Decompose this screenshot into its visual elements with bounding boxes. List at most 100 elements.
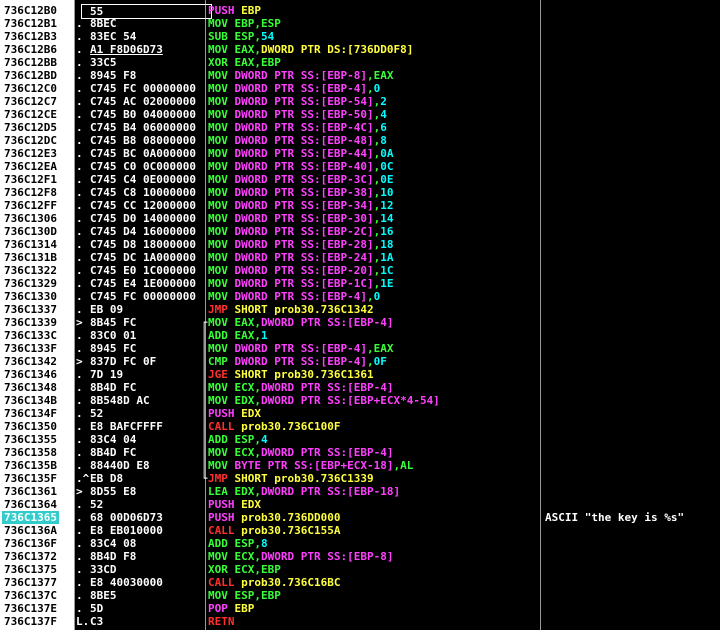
opcode: MOV (208, 251, 228, 264)
instruction-row[interactable]: 736C12F8. C745 C8 10000000 MOV DWORD PTR S… (0, 186, 720, 199)
opcode: MOV (208, 199, 228, 212)
instruction-text: MOV EAX,DWORD PTR DS:[736DD0F8] (208, 43, 413, 56)
jump-marker: > (76, 485, 83, 498)
instruction-row[interactable]: 736C137E. 5D POP EBP (0, 602, 720, 615)
opcode: MOV (208, 17, 228, 30)
instruction-row[interactable]: 736C131B. C745 DC 1A000000 MOV DWORD PTR S… (0, 251, 720, 264)
address-cell: 736C1329 (4, 277, 57, 290)
instruction-row[interactable]: 736C1339 >8B45 FC ┌ MOV EAX,DWORD PTR SS:[E… (0, 316, 720, 329)
instruction-text: MOV DWORD PTR SS:[EBP-28],18 (208, 238, 393, 251)
operand: 0E (380, 173, 394, 186)
operand: DWORD PTR SS:[EBP-4] (261, 446, 394, 459)
instruction-row[interactable]: 736C12B0 55 PUSH EBP (0, 4, 720, 19)
address-cell: 736C136A (4, 524, 57, 537)
instruction-row[interactable]: 736C12C0. C745 FC 00000000 MOV DWORD PTR S… (0, 82, 720, 95)
instruction-row[interactable]: 736C12C7. C745 AC 02000000 MOV DWORD PTR S… (0, 95, 720, 108)
instruction-row[interactable]: 736C1355. 83C4 04 │ ADD ESP,4 (0, 433, 720, 446)
instruction-row[interactable]: 736C1330. C745 FC 00000000 MOV DWORD PTR S… (0, 290, 720, 303)
instruction-row[interactable]: 736C1350. E8 BAFCFFFF │ CALL prob30.736C100… (0, 420, 720, 433)
instruction-row[interactable]: 736C1361 >8D55 E8 LEA EDX,DWORD PTR SS:[EB… (0, 485, 720, 498)
instruction-row[interactable]: 736C12B1. 8BEC MOV EBP,ESP (0, 17, 720, 30)
instruction-row[interactable]: 736C1329. C745 E4 1E000000 MOV DWORD PTR S… (0, 277, 720, 290)
operand: DWORD PTR SS:[EBP-54] (234, 95, 374, 108)
instruction-row[interactable]: 736C1346. 7D 19 │ JGE SHORT prob30.736C1361 (0, 368, 720, 381)
instruction-row[interactable]: 736C1306. C745 D0 14000000 MOV DWORD PTR S… (0, 212, 720, 225)
jump-marker: . (76, 43, 83, 56)
instruction-row[interactable]: 736C12D5. C745 B4 06000000 MOV DWORD PTR S… (0, 121, 720, 134)
instruction-row[interactable]: 736C12B3. 83EC 54 SUB ESP,54 (0, 30, 720, 43)
operand: DWORD PTR SS:[EBP-40] (234, 160, 374, 173)
instruction-row[interactable]: 736C137F L. C3 RETN (0, 615, 720, 628)
instruction-row[interactable]: 736C1377. E8 40030000 CALL prob30.736C16BC (0, 576, 720, 589)
instruction-row[interactable]: 736C135B. 88440D E8 │ MOV BYTE PTR SS:[EBP+… (0, 459, 720, 472)
instruction-row[interactable]: 736C134B. 8B548D AC │ MOV EDX,DWORD PTR SS:… (0, 394, 720, 407)
opcode: PUSH (208, 511, 235, 524)
address-cell: 736C1330 (4, 290, 57, 303)
opcode: ADD (208, 433, 228, 446)
jump-marker: . (76, 95, 83, 108)
instruction-row[interactable]: 736C1337. EB 09 JMP SHORT prob30.736C1342 (0, 303, 720, 316)
instruction-row[interactable]: 736C1375. 33CD XOR ECX,EBP (0, 563, 720, 576)
hex-bytes: C745 CC 12000000 (90, 199, 196, 212)
hex-bytes: C745 E0 1C000000 (90, 264, 196, 277)
jump-marker: . (76, 329, 83, 342)
opcode: JMP (208, 303, 228, 316)
instruction-row[interactable]: 736C12E3. C745 BC 0A000000 MOV DWORD PTR S… (0, 147, 720, 160)
jump-marker: . (76, 433, 83, 446)
hex-bytes: 8945 F8 (90, 69, 137, 82)
address-cell: 736C12E3 (4, 147, 57, 160)
address-cell: 736C135B (4, 459, 57, 472)
instruction-row[interactable]: 736C12BB. 33C5 XOR EAX,EBP (0, 56, 720, 69)
instruction-row[interactable]: 736C136F. 83C4 08 ADD ESP,8 (0, 537, 720, 550)
jump-marker: . (76, 420, 83, 433)
instruction-row[interactable]: 736C1314. C745 D8 18000000 MOV DWORD PTR S… (0, 238, 720, 251)
address-cell: 736C12D5 (4, 121, 57, 134)
hex-bytes: C745 FC 00000000 (90, 82, 196, 95)
instruction-row[interactable]: 736C135F .^ EB D8 └ JMP SHORT prob30.736C133… (0, 472, 720, 485)
instruction-row[interactable]: 736C12F1. C745 C4 0E000000 MOV DWORD PTR S… (0, 173, 720, 186)
instruction-text: RETN (208, 615, 241, 628)
instruction-row[interactable]: 736C1342 >837D FC 0F │ CMP DWORD PTR SS:[EB… (0, 355, 720, 368)
instruction-row[interactable]: 736C1358. 8B4D FC │ MOV ECX,DWORD PTR SS:[E… (0, 446, 720, 459)
instruction-row[interactable]: 736C1322. C745 E0 1C000000 MOV DWORD PTR S… (0, 264, 720, 277)
operand: 0F (373, 355, 387, 368)
instruction-text: MOV DWORD PTR SS:[EBP-4C],6 (208, 121, 387, 134)
opcode: MOV (208, 43, 228, 56)
hex-bytes: 52 (90, 498, 104, 511)
instruction-text: ADD ESP,4 (208, 433, 268, 446)
instruction-row[interactable]: 736C133F. 8945 FC │ MOV DWORD PTR SS:[EBP-4… (0, 342, 720, 355)
instruction-row[interactable]: 736C130D. C745 D4 16000000 MOV DWORD PTR S… (0, 225, 720, 238)
hex-bytes: 83C4 04 (90, 433, 137, 446)
jump-marker: . (76, 394, 83, 407)
instruction-row[interactable]: 736C1372. 8B4D F8 MOV ECX,DWORD PTR SS:[EB… (0, 550, 720, 563)
address-cell: 736C1355 (4, 433, 57, 446)
opcode: RETN (208, 615, 235, 628)
hex-bytes: 8BEC (90, 17, 117, 30)
operand: ,AL (393, 459, 414, 472)
instruction-row[interactable]: 736C12B6. A1 F8D06D73 MOV EAX,DWORD PTR DS… (0, 43, 720, 56)
instruction-row[interactable]: 736C12DC. C745 B8 08000000 MOV DWORD PTR S… (0, 134, 720, 147)
instruction-row[interactable]: 736C12BD. 8945 F8 MOV DWORD PTR SS:[EBP-8]… (0, 69, 720, 82)
instruction-row[interactable]: 736C133C. 83C0 01 │ ADD EAX,1 (0, 329, 720, 342)
opcode: LEA (208, 485, 228, 498)
operand: 2 (380, 95, 387, 108)
instruction-row[interactable]: 736C137C. 8BE5 MOV ESP,EBP (0, 589, 720, 602)
instruction-row[interactable]: 736C1364. 52 PUSH EDX (0, 498, 720, 511)
instruction-row[interactable]: 736C12CE. C745 B0 04000000 MOV DWORD PTR S… (0, 108, 720, 121)
instruction-row[interactable]: 736C1365. 68 00D06D73 PUSH prob30.736DD000… (0, 511, 720, 524)
hex-bytes: 8B45 FC (90, 316, 137, 329)
instruction-row[interactable]: 736C134F. 52 │ PUSH EDX (0, 407, 720, 420)
instruction-row[interactable]: 736C12FF. C745 CC 12000000 MOV DWORD PTR S… (0, 199, 720, 212)
instruction-row[interactable]: 736C136A. E8 EB010000 CALL prob30.736C155A (0, 524, 720, 537)
instruction-row[interactable]: 736C12EA. C745 C0 0C000000 MOV DWORD PTR S… (0, 160, 720, 173)
instruction-text: XOR EAX,EBP (208, 56, 281, 69)
hex-bytes: 837D FC 0F (90, 355, 157, 368)
opcode: PUSH (208, 498, 235, 511)
disassembly-view[interactable]: 736C12B0 55 PUSH EBP 736C12B1. 8BEC MOV EBP,E… (0, 0, 720, 630)
operand: EBP (234, 602, 255, 615)
opcode: JGE (208, 368, 228, 381)
opcode: MOV (208, 342, 228, 355)
opcode: MOV (208, 316, 228, 329)
instruction-row[interactable]: 736C1348. 8B4D FC │ MOV ECX,DWORD PTR SS:[E… (0, 381, 720, 394)
operand: DWORD PTR SS:[EBP-38] (234, 186, 374, 199)
